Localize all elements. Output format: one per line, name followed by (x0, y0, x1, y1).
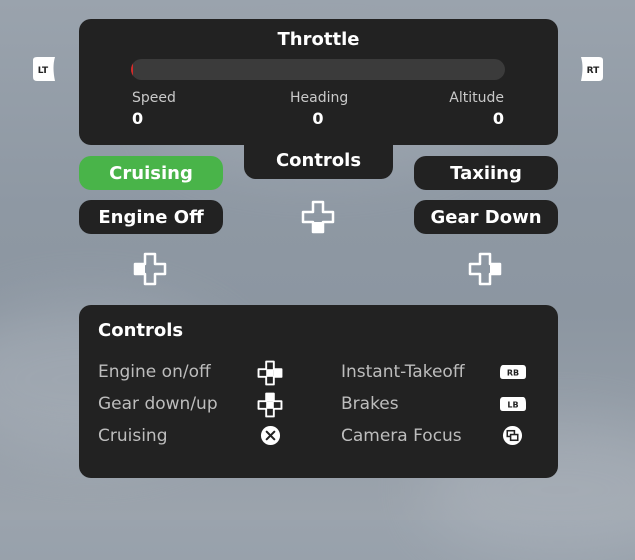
lt-label: LT (38, 66, 49, 76)
throttle-bar (131, 59, 505, 80)
throttle-title: Throttle (277, 29, 360, 50)
controls-help-panel: Controls Engine on/off Gear down/up Crui… (79, 305, 558, 478)
throttle-panel: Throttle Speed 0 Heading 0 Altitude 0 (79, 19, 558, 145)
throttle-bar-fill (131, 59, 133, 80)
speed-value: 0 (132, 109, 144, 128)
heading-label: Heading (290, 90, 349, 106)
altitude-stat: Altitude 0 (449, 90, 504, 128)
gear-down-button[interactable]: Gear Down (414, 200, 558, 234)
taxiing-button[interactable]: Taxiing (414, 156, 558, 190)
rt-trigger-icon: RT (581, 57, 603, 81)
help-gear-label: Gear down/up (98, 394, 218, 414)
engine-off-button[interactable]: Engine Off (79, 200, 223, 234)
rt-label: RT (587, 66, 601, 76)
lb-badge-label: LB (507, 401, 518, 410)
heading-value: 0 (312, 109, 324, 128)
dpad-right-icon (257, 360, 283, 386)
speed-stat: Speed 0 (132, 90, 176, 128)
lb-button-icon: LB (500, 397, 526, 411)
cruising-button[interactable]: Cruising (79, 156, 223, 190)
help-cruising-label: Cruising (98, 426, 168, 446)
help-brakes-label: Brakes (341, 394, 399, 414)
altitude-value: 0 (492, 109, 504, 128)
controls-tab[interactable]: Controls (244, 137, 393, 179)
controls-help-title: Controls (98, 320, 184, 341)
altitude-label: Altitude (449, 90, 504, 106)
x-button-icon (260, 425, 281, 446)
help-takeoff-label: Instant-Takeoff (341, 362, 465, 382)
lt-trigger-icon: LT (33, 57, 55, 81)
view-button-icon (502, 425, 523, 446)
dpad-left-icon (133, 252, 167, 286)
rb-badge-label: RB (507, 369, 519, 378)
dpad-right-icon (468, 252, 502, 286)
dpad-up-icon (257, 392, 283, 418)
dpad-down-icon (301, 200, 335, 234)
help-camera-label: Camera Focus (341, 426, 462, 446)
help-engine-label: Engine on/off (98, 362, 211, 382)
heading-stat: Heading 0 (290, 90, 349, 128)
speed-label: Speed (132, 90, 176, 106)
rb-button-icon: RB (500, 365, 526, 379)
